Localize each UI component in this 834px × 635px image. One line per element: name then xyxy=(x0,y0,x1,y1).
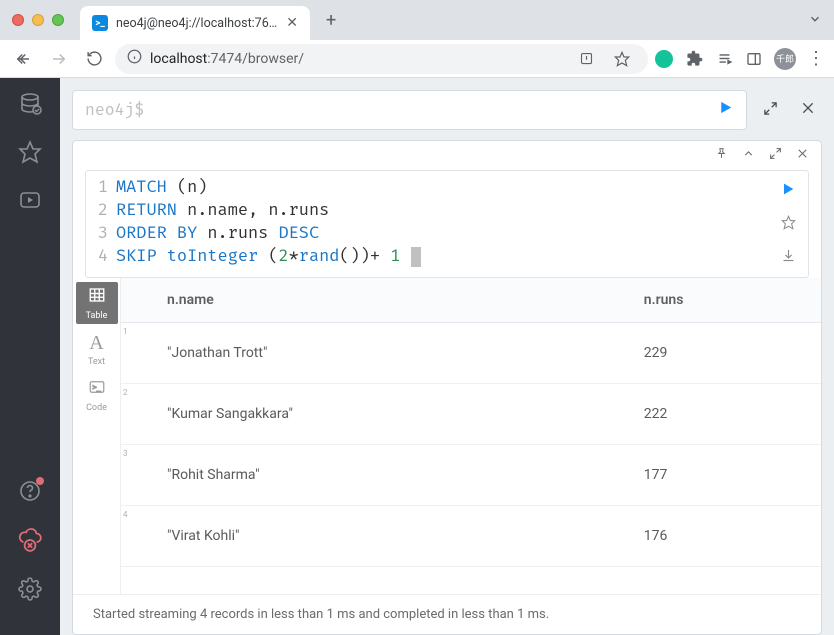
text-cursor xyxy=(411,247,421,267)
maximize-window-button[interactable] xyxy=(52,14,64,26)
code-content[interactable]: MATCH (n) RETURN n.name, n.runs ORDER BY… xyxy=(116,177,768,271)
view-tab-table[interactable]: Table xyxy=(76,282,118,324)
table-row: 4"Virat Kohli"176 xyxy=(121,506,821,567)
text-view-icon: A xyxy=(89,332,103,355)
code-view-icon: >_ xyxy=(88,378,106,401)
status-footer: Started streaming 4 records in less than… xyxy=(73,594,821,634)
grammarly-icon[interactable] xyxy=(654,49,674,69)
reload-button[interactable] xyxy=(80,44,109,73)
cell-name: 3"Rohit Sharma" xyxy=(121,445,628,506)
browser-tab-active[interactable]: >_ neo4j@neo4j://localhost:7687 ✕ xyxy=(80,6,310,40)
url-host: localhost:7474/browser/ xyxy=(150,51,304,67)
cloud-sync-error-icon[interactable] xyxy=(17,527,43,557)
run-query-button[interactable] xyxy=(780,181,796,201)
cell-runs: 229 xyxy=(628,323,821,384)
cell-name: 2"Kumar Sangakkara" xyxy=(121,384,628,445)
row-number: 3 xyxy=(123,449,128,458)
fullscreen-prompt-icon[interactable] xyxy=(757,95,784,126)
main-panel: neo4j$ 1234 MATCH (n xyxy=(60,78,834,635)
result-body: Table A Text >_ Code n.n xyxy=(73,278,821,594)
profile-avatar[interactable]: 千郎 xyxy=(774,48,796,70)
database-icon[interactable] xyxy=(18,92,42,120)
expand-frame-icon[interactable] xyxy=(769,147,782,164)
browser-tab-strip: >_ neo4j@neo4j://localhost:7687 ✕ + xyxy=(0,0,834,40)
tab-favicon-icon: >_ xyxy=(92,15,108,31)
query-editor[interactable]: 1234 MATCH (n) RETURN n.name, n.runs ORD… xyxy=(85,170,809,278)
left-sidebar xyxy=(0,78,60,635)
forward-button[interactable] xyxy=(44,44,74,74)
results-table-container[interactable]: n.name n.runs 1"Jonathan Trott"2292"Kuma… xyxy=(121,278,821,594)
cell-name: 1"Jonathan Trott" xyxy=(121,323,628,384)
view-switch: Table A Text >_ Code xyxy=(73,278,121,594)
results-table: n.name n.runs 1"Jonathan Trott"2292"Kuma… xyxy=(121,278,821,567)
browser-toolbar: localhost:7474/browser/ 千郎 ⋮ xyxy=(0,40,834,78)
bookmark-star-icon[interactable] xyxy=(608,45,636,73)
tab-title: neo4j@neo4j://localhost:7687 xyxy=(116,16,278,31)
line-gutter: 1234 xyxy=(86,177,116,271)
cell-runs: 176 xyxy=(628,506,821,567)
prompt-prefix: neo4j$ xyxy=(85,100,144,120)
close-prompt-icon[interactable] xyxy=(794,94,822,126)
cell-runs: 177 xyxy=(628,445,821,506)
tab-close-icon[interactable]: ✕ xyxy=(286,15,298,31)
table-row: 2"Kumar Sangakkara"222 xyxy=(121,384,821,445)
chrome-menu-icon[interactable]: ⋮ xyxy=(806,49,826,69)
cell-name: 4"Virat Kohli" xyxy=(121,506,628,567)
view-tab-code[interactable]: >_ Code xyxy=(76,374,118,416)
row-number: 4 xyxy=(123,510,128,519)
back-button[interactable] xyxy=(8,44,38,74)
result-frame: 1234 MATCH (n) RETURN n.name, n.runs ORD… xyxy=(72,140,822,635)
favorites-star-icon[interactable] xyxy=(18,140,42,168)
run-prompt-button[interactable] xyxy=(717,99,734,121)
extensions-puzzle-icon[interactable] xyxy=(684,49,704,69)
row-number: 2 xyxy=(123,388,128,397)
notification-dot-icon xyxy=(36,477,44,485)
row-number: 1 xyxy=(123,327,128,336)
table-row: 3"Rohit Sharma"177 xyxy=(121,445,821,506)
close-window-button[interactable] xyxy=(12,14,24,26)
media-control-icon[interactable] xyxy=(714,49,734,69)
collapse-frame-icon[interactable] xyxy=(742,147,755,164)
col-header-runs: n.runs xyxy=(628,278,821,323)
cypher-prompt-row: neo4j$ xyxy=(72,90,822,130)
guides-play-icon[interactable] xyxy=(18,188,42,216)
about-help-icon[interactable] xyxy=(18,479,42,507)
favorite-query-star-icon[interactable] xyxy=(781,215,796,234)
table-view-icon xyxy=(88,286,106,309)
pin-frame-icon[interactable] xyxy=(715,147,728,164)
extension-icons: 千郎 ⋮ xyxy=(654,48,826,70)
view-tab-text[interactable]: A Text xyxy=(76,328,118,370)
settings-gear-icon[interactable] xyxy=(18,577,42,605)
svg-text:>_: >_ xyxy=(92,383,101,391)
neo4j-browser-app: neo4j$ 1234 MATCH (n xyxy=(0,78,834,635)
frame-control-bar xyxy=(73,141,821,170)
side-panel-icon[interactable] xyxy=(744,49,764,69)
col-header-name: n.name xyxy=(121,278,628,323)
download-query-icon[interactable] xyxy=(781,248,796,267)
cypher-prompt-input[interactable]: neo4j$ xyxy=(72,90,747,130)
address-bar[interactable]: localhost:7474/browser/ xyxy=(115,44,648,74)
editor-tools xyxy=(768,171,808,277)
tab-list-chevron-icon[interactable] xyxy=(808,11,822,30)
window-controls xyxy=(12,14,64,26)
cell-runs: 222 xyxy=(628,384,821,445)
new-tab-button[interactable]: + xyxy=(326,10,336,31)
table-row: 1"Jonathan Trott"229 xyxy=(121,323,821,384)
install-app-icon[interactable] xyxy=(573,45,600,72)
close-frame-icon[interactable] xyxy=(796,147,809,164)
minimize-window-button[interactable] xyxy=(32,14,44,26)
site-info-icon[interactable] xyxy=(127,49,142,68)
